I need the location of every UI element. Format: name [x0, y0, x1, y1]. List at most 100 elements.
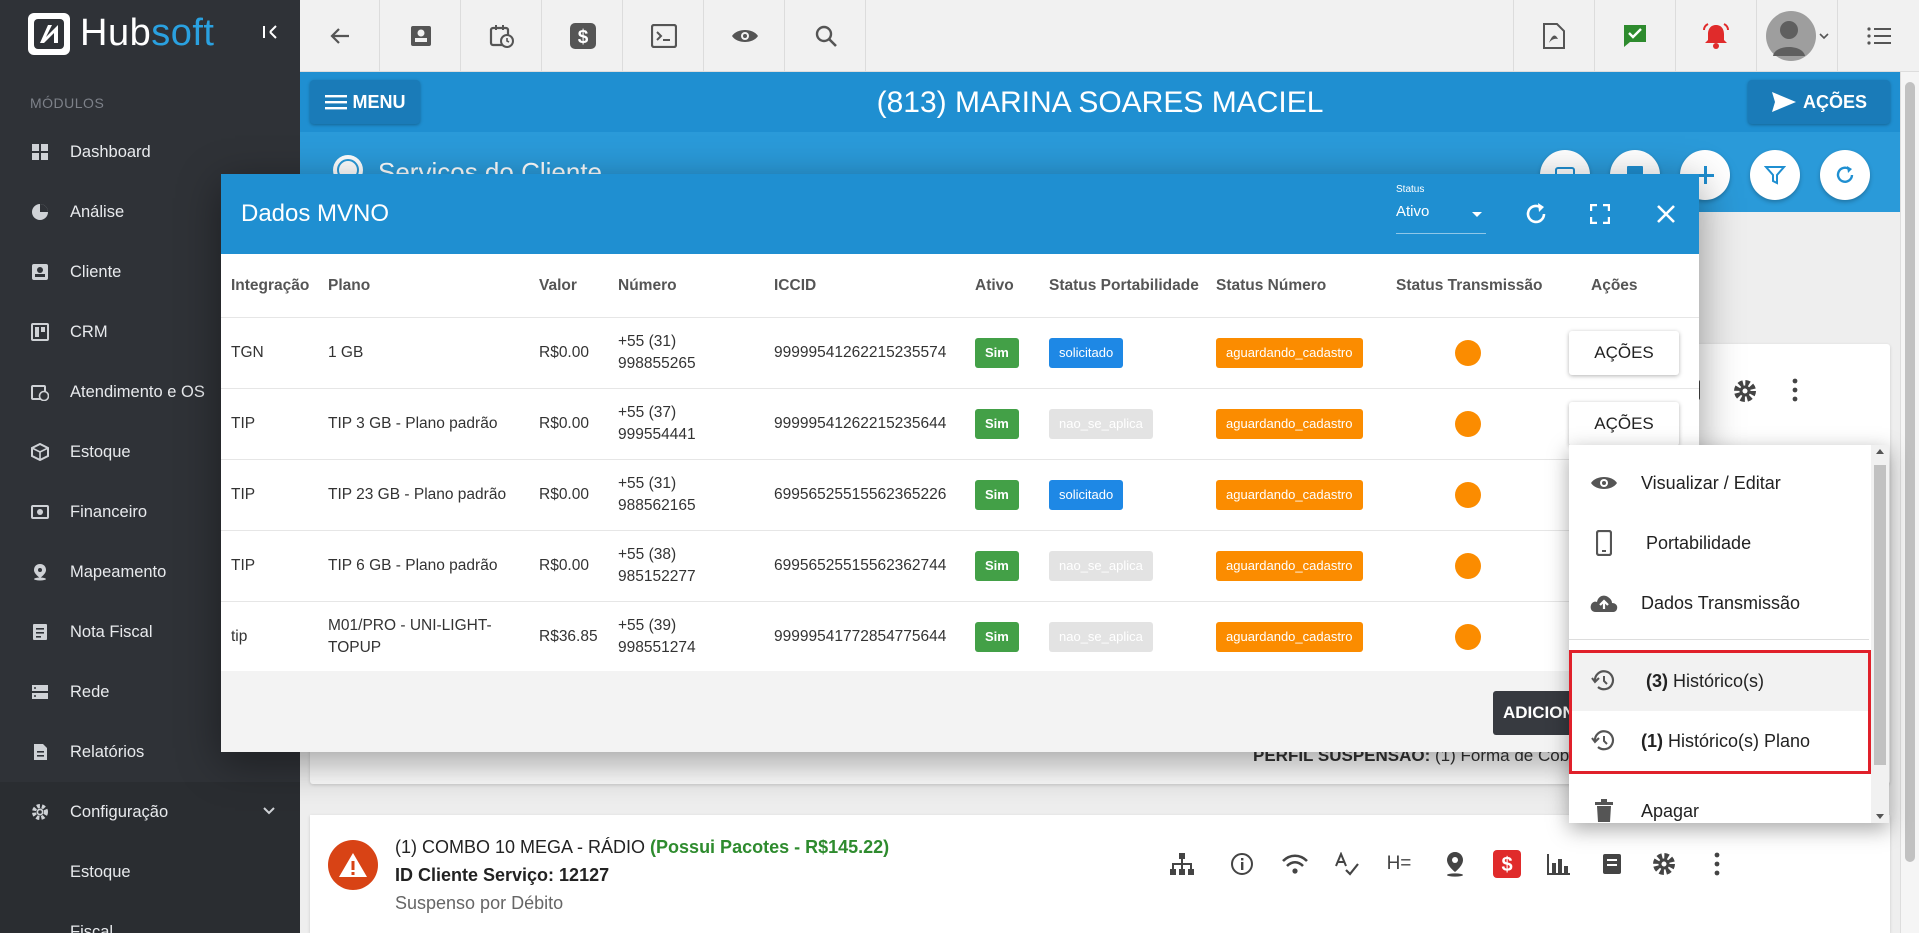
fullscreen-button[interactable] [1582, 196, 1618, 232]
number-status-cell: aguardando_cadastro [1216, 460, 1363, 530]
collapse-sidebar-icon[interactable] [262, 22, 282, 42]
sidebar-item-label: Cliente [70, 262, 122, 281]
more-vertical-icon[interactable] [1700, 847, 1734, 881]
sidebar-subitem-fiscal[interactable]: Fiscal [0, 902, 300, 933]
dollar-icon[interactable]: $ [1490, 847, 1524, 881]
row-actions-button[interactable]: AÇÕES [1569, 331, 1679, 375]
column-header[interactable]: ICCID [774, 254, 816, 317]
refresh-button[interactable] [1518, 196, 1554, 232]
menu-item-delete[interactable]: Apagar [1569, 781, 1869, 823]
column-header[interactable]: Valor [539, 254, 577, 317]
view-button[interactable] [705, 0, 785, 72]
sidebar-item-dashboard[interactable]: Dashboard [0, 122, 300, 182]
number-cell: +55 (37) 999554441 [618, 404, 696, 443]
highlight-box [1569, 650, 1871, 774]
bar-chart-icon[interactable] [1542, 847, 1576, 881]
scroll-down-arrow-icon[interactable] [1876, 814, 1884, 819]
map-pin-icon[interactable] [1438, 847, 1472, 881]
chat-button[interactable] [1594, 0, 1674, 72]
status-select-label: Status [1396, 184, 1425, 195]
scrollbar-thumb[interactable] [1905, 82, 1915, 862]
column-header[interactable]: Plano [328, 254, 370, 317]
plan-cell: TIP 3 GB - Plano padrão [328, 415, 498, 432]
client-name: (813) MARINA SOARES MACIEL [876, 86, 1324, 119]
wifi-icon[interactable] [1278, 847, 1312, 881]
plan-cell: TIP 23 GB - Plano padrão [328, 486, 507, 503]
terminal-button[interactable] [624, 0, 704, 72]
terminal-icon [650, 24, 677, 48]
alerts-button[interactable] [1675, 0, 1755, 72]
menu-item-portability[interactable]: Portabilidade [1569, 513, 1869, 573]
schedule-button[interactable] [462, 0, 542, 72]
column-header[interactable]: Status Número [1216, 254, 1326, 317]
list-menu-button[interactable] [1837, 0, 1919, 72]
value-cell: R$0.00 [539, 486, 589, 503]
close-button[interactable] [1648, 196, 1684, 232]
hubsoft-logo[interactable]: Hubsoft [28, 12, 214, 55]
actions-button[interactable]: AÇÕES [1748, 80, 1890, 124]
refresh-services-button[interactable] [1820, 150, 1870, 200]
scrollbar-thumb[interactable] [1874, 465, 1886, 765]
top-toolbar: $ [300, 0, 1919, 72]
sidebar-item-label: Fiscal [70, 922, 114, 933]
value-cell: R$0.00 [539, 344, 589, 361]
heading-icon[interactable]: H= [1382, 847, 1416, 881]
more-vertical-icon[interactable] [1792, 378, 1798, 402]
menu-scrollbar[interactable] [1871, 445, 1889, 823]
filter-button[interactable] [1750, 150, 1800, 200]
back-button[interactable] [300, 0, 380, 72]
spellcheck-icon[interactable] [1330, 847, 1364, 881]
page-scrollbar[interactable] [1900, 72, 1919, 933]
column-header[interactable]: Status Transmissão [1396, 254, 1542, 317]
client-card-button[interactable] [381, 0, 461, 72]
gear-icon[interactable] [1732, 378, 1758, 404]
service-id: ID Cliente Serviço: 12127 [395, 865, 610, 885]
hubsoft-logo-icon [28, 12, 70, 55]
transmission-status-dot [1455, 411, 1481, 437]
active-badge: Sim [975, 409, 1019, 439]
column-header[interactable]: Status Portabilidade [1049, 254, 1199, 317]
portability-cell: solicitado [1049, 318, 1124, 388]
mvno-table: Integração Plano Valor Número ICCID Ativ… [221, 254, 1699, 673]
column-header[interactable]: Ações [1591, 254, 1638, 317]
menu-item-transmission-data[interactable]: Dados Transmissão [1569, 573, 1869, 633]
gear-icon[interactable] [1647, 847, 1681, 881]
search-icon [814, 24, 838, 48]
portability-badge: solicitado [1049, 338, 1124, 368]
active-badge: Sim [975, 551, 1019, 581]
scroll-up-arrow-icon[interactable] [1876, 449, 1884, 454]
column-header[interactable]: Número [618, 254, 677, 317]
eye-icon [731, 26, 759, 46]
transmission-status-cell [1455, 602, 1481, 672]
box-icon [30, 442, 50, 462]
column-header[interactable]: Integração [231, 254, 309, 317]
user-menu-button[interactable] [1756, 0, 1836, 72]
menu-item-view-edit[interactable]: Visualizar / Editar [1569, 453, 1869, 513]
number-cell: +55 (31) 988562165 [618, 475, 696, 514]
search-button[interactable] [786, 0, 866, 72]
chevron-down-icon [262, 804, 276, 818]
portability-cell: nao_se_aplica [1049, 531, 1153, 601]
active-badge: Sim [975, 480, 1019, 510]
finance-button[interactable]: $ [543, 0, 623, 72]
pdf-button[interactable] [1513, 0, 1593, 72]
sidebar-subitem-estoque[interactable]: Estoque [0, 842, 300, 902]
board-icon [30, 322, 50, 342]
pdf-file-icon [1542, 23, 1565, 49]
gear-icon [30, 802, 50, 822]
row-actions-button[interactable]: AÇÕES [1569, 402, 1679, 446]
transmission-status-dot [1455, 553, 1481, 579]
column-header[interactable]: Ativo [975, 254, 1014, 317]
network-tree-icon[interactable] [1165, 847, 1199, 881]
info-icon[interactable] [1225, 847, 1259, 881]
document-icon[interactable] [1595, 847, 1629, 881]
sidebar-item-configuracao[interactable]: Configuração [0, 782, 300, 842]
sidebar-item-label: CRM [70, 322, 108, 341]
service-title[interactable]: (1) COMBO 10 MEGA - RÁDIO (Possui Pacote… [395, 837, 889, 858]
status-select[interactable]: Status Ativo [1396, 184, 1486, 234]
money-icon [30, 502, 50, 522]
portability-cell: solicitado [1049, 460, 1124, 530]
number-cell: +55 (39) 998551274 [618, 617, 696, 656]
chat-check-icon [1622, 23, 1648, 49]
number-status-badge: aguardando_cadastro [1216, 409, 1363, 439]
